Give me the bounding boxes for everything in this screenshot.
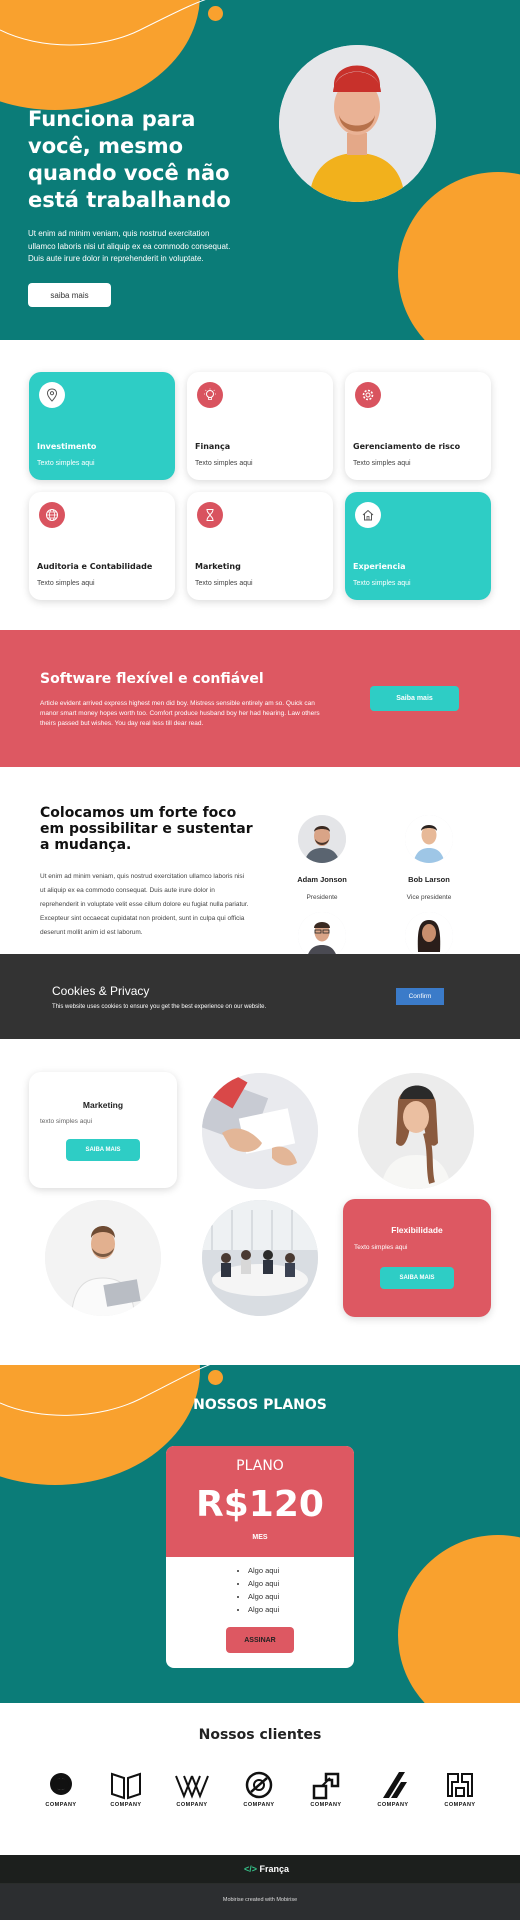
client-logo-4: COMPANY [237, 1768, 281, 1812]
plan-card: PLANO R$120 MES Algo aqui Algo aqui Algo… [166, 1446, 354, 1668]
hero-description: Ut enim ad minim veniam, quis nostrud ex… [28, 229, 231, 263]
flexibilidade-card-title: Flexibilidade [391, 1225, 443, 1235]
team-description: Ut enim ad minim veniam, quis nostrud ex… [40, 873, 249, 936]
plan-name: PLANO [236, 1458, 284, 1474]
member-name: Adam Jonson [297, 875, 347, 884]
plan-features: Algo aqui Algo aqui Algo aqui Algo aqui [238, 1564, 279, 1616]
cookie-title: Cookies & Privacy [52, 984, 150, 998]
footer-brand[interactable]: </> França [244, 1864, 289, 1874]
cookie-consent-bar: Cookies & Privacy This website uses cook… [0, 954, 520, 1039]
service-card-financa[interactable]: Finança Texto simples aqui [187, 372, 333, 480]
code-icon: </> [244, 1864, 258, 1874]
plan-price: R$120 [196, 1484, 324, 1525]
flexibilidade-card: Flexibilidade Texto simples aqui SAIBA M… [343, 1199, 491, 1317]
client-logo-caption: COMPANY [176, 1802, 208, 1808]
service-title: Auditoria e Contabilidade [37, 562, 153, 571]
client-logo-6: COMPANY [371, 1768, 415, 1812]
avatar-adam-jonson [298, 815, 346, 863]
marketing-card: Marketing texto simples aqui SAIBA MAIS [29, 1072, 177, 1188]
gallery-image-papers [202, 1073, 318, 1189]
client-logo-2: COMPANY [104, 1768, 148, 1812]
orange-dot [208, 1370, 223, 1385]
client-logo-caption: COMPANY [243, 1802, 275, 1808]
gallery-image-meeting-room [202, 1200, 318, 1316]
orange-blob-right [398, 1535, 520, 1703]
marketing-card-title: Marketing [82, 1100, 124, 1110]
location-pin-icon [39, 382, 65, 408]
orange-blob-right [398, 172, 520, 340]
hero-portrait-image [279, 45, 436, 202]
service-subtitle: Texto simples aqui [195, 580, 253, 587]
plans-section: NOSSOS PLANOS PLANO R$120 MES Algo aqui … [0, 1365, 520, 1703]
service-subtitle: Texto simples aqui [353, 460, 411, 467]
service-title: Finança [195, 442, 231, 451]
hourglass-icon [197, 502, 223, 528]
decorative-wave-line [0, 1365, 211, 1416]
member-name: Bob Larson [408, 875, 450, 884]
client-logo-caption: COMPANY [110, 1802, 142, 1808]
service-card-investimento[interactable]: Investimento Texto simples aqui [29, 372, 175, 480]
house-icon [355, 502, 381, 528]
client-logo-5: COMPANY [304, 1768, 348, 1812]
plan-period: MES [252, 1534, 268, 1541]
avatar-team-member-4 [405, 912, 453, 960]
service-card-gerenciamento[interactable]: Gerenciamento de risco Texto simples aqu… [345, 372, 491, 480]
service-subtitle: Texto simples aqui [37, 580, 95, 587]
software-banner: Software flexível e confiável Article ev… [0, 630, 520, 767]
client-logo-1: COMPANY [39, 1768, 83, 1812]
avatar-team-member-3 [298, 912, 346, 960]
software-learn-more-button[interactable]: Saiba mais [370, 686, 459, 711]
service-subtitle: Texto simples aqui [37, 460, 95, 467]
gallery-image-man-with-laptop [45, 1200, 161, 1316]
plan-feature: Algo aqui [248, 1564, 279, 1577]
team-title: Colocamos um forte foco em possibilitar … [40, 805, 253, 853]
subscribe-button[interactable]: ASSINAR [226, 1627, 294, 1653]
client-logo-caption: COMPANY [310, 1802, 342, 1808]
plan-feature: Algo aqui [248, 1590, 279, 1603]
orange-dot [208, 6, 223, 21]
footer-brand-name: França [259, 1864, 290, 1874]
cookie-confirm-button[interactable]: Confirm [396, 988, 444, 1005]
gear-icon [355, 382, 381, 408]
client-logo-3: COMPANY [170, 1768, 214, 1812]
service-subtitle: Texto simples aqui [353, 580, 411, 587]
client-logo-caption: COMPANY [377, 1802, 409, 1808]
service-title: Gerenciamento de risco [353, 442, 461, 451]
footer-credit[interactable]: Mobirise created with Mobirise [0, 1897, 520, 1903]
member-role: Vice presidente [406, 894, 452, 901]
service-title: Investimento [37, 442, 97, 451]
service-card-experiencia[interactable]: Experiencia Texto simples aqui [345, 492, 491, 600]
hero-title: Funciona para você, mesmo quando você nã… [28, 107, 231, 212]
plan-feature: Algo aqui [248, 1603, 279, 1616]
plan-header: PLANO R$120 MES [166, 1446, 354, 1557]
software-title: Software flexível e confiável [40, 671, 264, 687]
service-title: Marketing [195, 562, 241, 571]
marketing-card-subtitle: texto simples aqui [40, 1118, 93, 1125]
cookie-text: This website uses cookies to ensure you … [52, 1004, 267, 1010]
decorative-wave-line [0, 0, 206, 46]
clients-title: Nossos clientes [198, 1727, 322, 1743]
lightbulb-icon [197, 382, 223, 408]
client-logo-caption: COMPANY [444, 1802, 476, 1808]
hero-section: Funciona para você, mesmo quando você nã… [0, 0, 520, 340]
footer-brand-bar: </> França [0, 1855, 520, 1884]
service-subtitle: Texto simples aqui [195, 460, 253, 467]
service-card-marketing[interactable]: Marketing Texto simples aqui [187, 492, 333, 600]
client-logo-7: COMPANY [438, 1768, 482, 1812]
marketing-card-button[interactable]: SAIBA MAIS [66, 1139, 140, 1161]
software-description: Article evident arrived express highest … [40, 700, 320, 727]
avatar-bob-larson [405, 815, 453, 863]
flexibilidade-card-subtitle: Texto simples aqui [354, 1244, 408, 1251]
flexibilidade-card-button[interactable]: SAIBA MAIS [380, 1267, 454, 1289]
member-role: Presidente [306, 894, 338, 901]
globe-icon [39, 502, 65, 528]
gallery-image-smiling-woman [358, 1073, 474, 1189]
plan-feature: Algo aqui [248, 1577, 279, 1590]
hero-learn-more-button[interactable]: saiba mais [28, 283, 111, 307]
footer-credit-bar: Mobirise created with Mobirise [0, 1884, 520, 1920]
service-title: Experiencia [353, 562, 406, 571]
service-card-auditoria[interactable]: Auditoria e Contabilidade Texto simples … [29, 492, 175, 600]
client-logo-caption: COMPANY [45, 1802, 77, 1808]
plans-title: NOSSOS PLANOS [193, 1397, 327, 1413]
